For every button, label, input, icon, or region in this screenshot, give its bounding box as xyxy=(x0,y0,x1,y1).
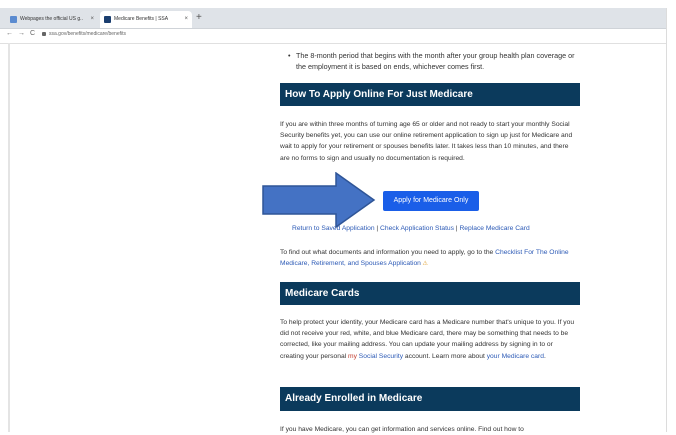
checklist-paragraph: To find out what documents and informati… xyxy=(280,247,578,270)
cards-text-3: . xyxy=(543,352,546,360)
bullet-icon: • xyxy=(288,51,291,60)
section-heading-apply-online: How To Apply Online For Just Medicare xyxy=(280,83,580,106)
left-edge xyxy=(8,43,10,432)
already-enrolled-paragraph: If you have Medicare, you can get inform… xyxy=(280,426,524,433)
reload-icon[interactable]: C xyxy=(30,30,35,37)
blue-arrow-annotation xyxy=(262,172,376,228)
check-application-status-link[interactable]: Check Application Status xyxy=(380,225,454,232)
browser-tab-bar: Webpages the official US g.. × Medicare … xyxy=(0,8,666,29)
medicare-cards-paragraph: To help protect your identity, your Medi… xyxy=(280,317,578,362)
pdf-icon: ⚠ xyxy=(420,261,428,268)
checklist-prefix: To find out what documents and informati… xyxy=(280,249,496,256)
window-top-edge xyxy=(0,0,676,8)
my-link[interactable]: my xyxy=(348,353,357,360)
bullet-item: • The 8-month period that begins with th… xyxy=(288,50,578,72)
social-security-link[interactable]: Social Security xyxy=(357,353,403,360)
bullet-text: The 8-month period that begins with the … xyxy=(296,51,575,71)
scrollbar[interactable] xyxy=(666,8,676,432)
cards-text-2: account. Learn more about xyxy=(403,352,487,360)
section-heading-medicare-cards: Medicare Cards xyxy=(280,282,580,305)
site-favicon-icon xyxy=(10,16,17,23)
ssa-favicon-icon xyxy=(104,16,111,23)
close-tab-icon[interactable]: × xyxy=(184,11,188,28)
medicare-card-link[interactable]: your Medicare card xyxy=(487,353,544,360)
browser-tab-1[interactable]: Webpages the official US g.. × xyxy=(6,11,98,28)
replace-medicare-card-link[interactable]: Replace Medicare Card xyxy=(459,225,529,232)
close-tab-icon[interactable]: × xyxy=(90,11,94,28)
address-bar: ← → C ssa.gov/benefits/medicare/benefits xyxy=(0,29,666,44)
apply-online-paragraph: If you are within three months of turnin… xyxy=(280,121,573,162)
tab-label: Webpages the official US g.. xyxy=(20,16,83,22)
back-icon[interactable]: ← xyxy=(6,30,13,37)
browser-tab-2-active[interactable]: Medicare Benefits | SSA × xyxy=(100,11,192,28)
lock-icon xyxy=(42,31,46,36)
apply-for-medicare-button[interactable]: Apply for Medicare Only xyxy=(383,191,479,211)
new-tab-icon[interactable]: + xyxy=(196,12,202,24)
section-heading-already-enrolled: Already Enrolled in Medicare xyxy=(280,387,580,411)
forward-icon[interactable]: → xyxy=(18,30,25,37)
url-field[interactable]: ssa.gov/benefits/medicare/benefits xyxy=(42,31,126,37)
tab-label: Medicare Benefits | SSA xyxy=(114,16,169,22)
url-text: ssa.gov/benefits/medicare/benefits xyxy=(49,31,126,37)
